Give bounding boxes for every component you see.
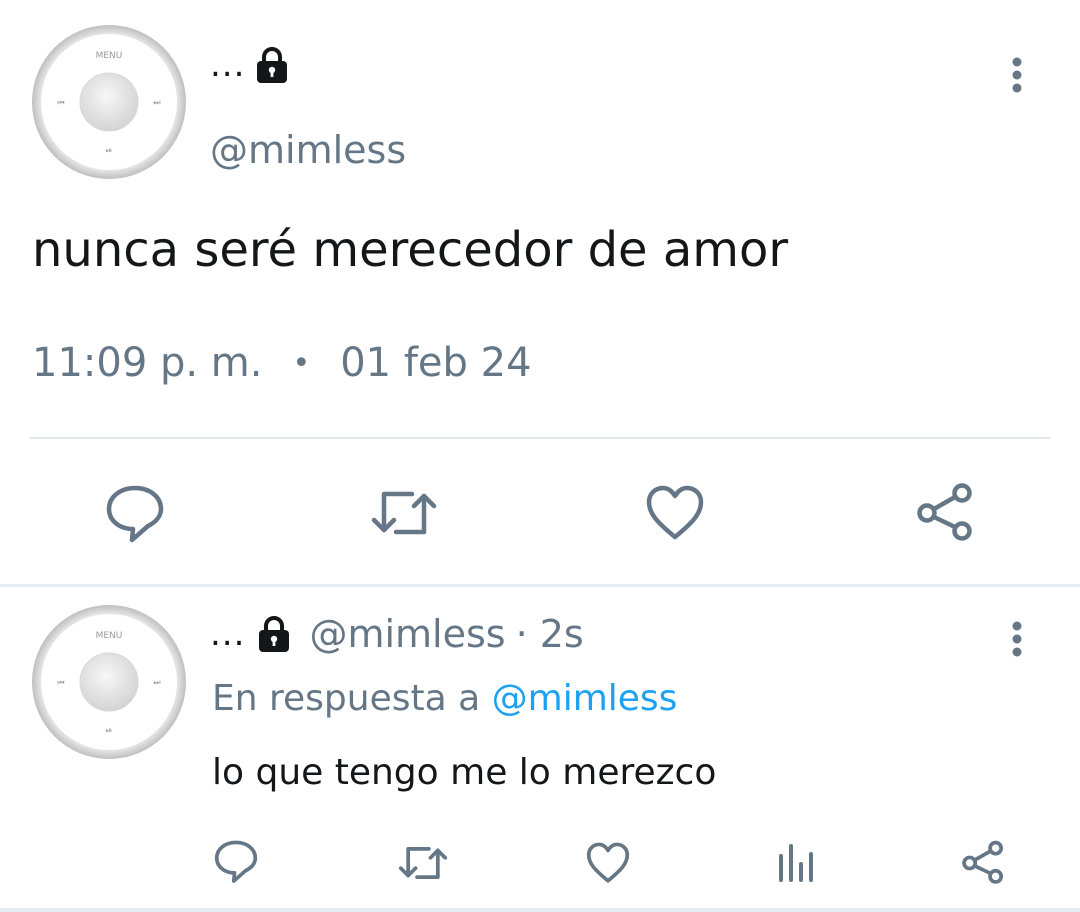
- retweet-icon[interactable]: [396, 840, 450, 886]
- tweet-timestamp[interactable]: 11:09 p. m. • 01 feb 24: [32, 340, 532, 386]
- tweet-separator: [0, 584, 1080, 587]
- share-icon[interactable]: [914, 482, 976, 544]
- bottom-separator: [0, 908, 1080, 912]
- avatar[interactable]: MENU ⏮ ⏭ ⏯: [30, 23, 188, 181]
- like-icon[interactable]: [585, 840, 631, 886]
- tweet-date: 01 feb 24: [340, 340, 532, 386]
- tweet-time: 11:09 p. m.: [32, 340, 263, 386]
- meta-separator: •: [292, 345, 311, 381]
- display-name[interactable]: ...: [210, 45, 245, 85]
- tweet-text: nunca seré merecedor de amor: [32, 222, 789, 278]
- reply-prefix: En respuesta a: [212, 678, 481, 719]
- menu-label: MENU: [96, 631, 123, 641]
- prev-icon: ⏮: [57, 678, 64, 687]
- author-name-row: ...: [210, 44, 293, 86]
- avatar[interactable]: MENU ⏮ ⏭ ⏯: [30, 603, 188, 761]
- tweet-text: lo que tengo me lo merezco: [212, 752, 717, 793]
- play-pause-icon: ⏯: [106, 146, 112, 155]
- reply-icon[interactable]: [104, 482, 166, 544]
- retweet-icon[interactable]: [368, 482, 440, 544]
- reply-icon[interactable]: [213, 838, 259, 884]
- play-pause-icon: ⏯: [106, 726, 112, 735]
- reply-mention-link[interactable]: @mimless: [492, 678, 678, 719]
- next-icon: ⏭: [153, 678, 160, 687]
- reply-author-row: ... @mimless · 2s: [210, 612, 584, 656]
- ipod-wheel-avatar: MENU ⏮ ⏭ ⏯: [32, 25, 186, 179]
- like-icon[interactable]: [644, 482, 706, 544]
- main-tweet: MENU ⏮ ⏭ ⏯ ... @mimless nunca seré merec…: [0, 0, 1080, 584]
- divider: [30, 437, 1050, 439]
- display-name[interactable]: ...: [210, 614, 245, 654]
- tweet-age: · 2s: [515, 612, 584, 656]
- lock-icon: [253, 613, 295, 655]
- more-vertical-icon[interactable]: [1005, 52, 1029, 100]
- ipod-wheel-avatar: MENU ⏮ ⏭ ⏯: [32, 605, 186, 759]
- prev-icon: ⏮: [57, 98, 64, 107]
- share-icon[interactable]: [960, 840, 1006, 886]
- lock-icon: [251, 44, 293, 86]
- author-handle[interactable]: @mimless: [309, 612, 505, 656]
- more-vertical-icon[interactable]: [1005, 616, 1029, 664]
- menu-label: MENU: [96, 51, 123, 61]
- next-icon: ⏭: [153, 98, 160, 107]
- stats-icon[interactable]: [776, 842, 818, 884]
- author-handle[interactable]: @mimless: [210, 128, 406, 172]
- reply-context: En respuesta a @mimless: [212, 678, 677, 719]
